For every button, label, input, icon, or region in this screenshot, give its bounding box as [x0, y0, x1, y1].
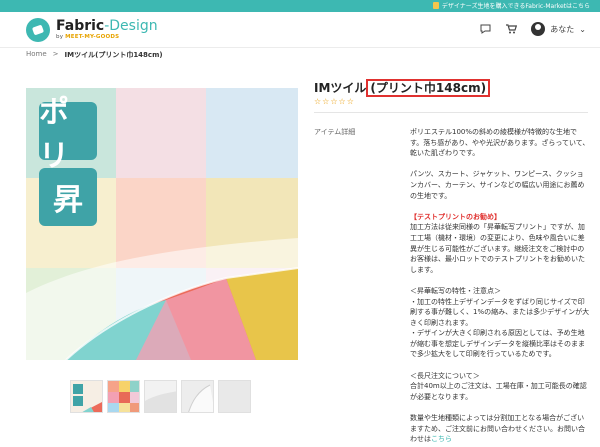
contact-link[interactable]: こちら: [431, 435, 452, 443]
rating-stars[interactable]: ☆☆☆☆☆: [314, 97, 355, 106]
polyester-badge: ポリ: [39, 95, 97, 174]
site-header: Fabric-Design by MEET-MY-GOODS あなた ⌄: [0, 12, 600, 48]
thumbnail-strip: [70, 380, 251, 413]
long-order-heading: ＜長尺注文について＞: [410, 371, 480, 380]
chat-icon[interactable]: [479, 23, 491, 35]
user-menu[interactable]: あなた ⌄: [531, 22, 586, 36]
breadcrumb-home[interactable]: Home: [26, 50, 47, 62]
user-label: あなた: [550, 24, 575, 34]
thumbnail-2[interactable]: [107, 380, 140, 413]
test-print-heading: 【テストプリントのお勧め】: [410, 212, 501, 221]
thumbnail-3[interactable]: [144, 380, 177, 413]
divider: [314, 112, 588, 113]
sublimation-heading: ＜昇華転写の特性・注意点＞: [410, 286, 501, 295]
logo-icon: [26, 18, 50, 42]
product-main-image[interactable]: ポリ 昇: [26, 88, 298, 360]
desc-paragraph-2: パンツ、スカート、ジャケット、ワンピース、クッションカバー、カーテン、サインなど…: [410, 170, 585, 200]
print-width-highlight: (プリント巾148cm): [366, 79, 491, 97]
avatar: [531, 22, 546, 36]
desc-paragraph-1: ポリエステル100%の斜めの綾模様が特徴的な生地です。落ち感があり、やや光沢があ…: [410, 128, 590, 158]
breadcrumb-separator: >: [52, 50, 59, 58]
top-announcement-bar: デザイナーズ生地を購入できるFabric-Marketはこちら: [0, 0, 600, 12]
sublimation-note-1: ・加工の特性上デザインデータをずばり同じサイズで印刷する事が難しく、1%の縮み、…: [410, 297, 590, 327]
site-logo[interactable]: Fabric-Design by MEET-MY-GOODS: [26, 18, 158, 42]
fabric-market-link-text: デザイナーズ生地を購入できるFabric-Marketはこちら: [441, 3, 590, 10]
chevron-down-icon: ⌄: [579, 24, 586, 34]
item-details-label: アイテム詳細: [314, 128, 356, 136]
cart-icon[interactable]: [505, 23, 517, 35]
thumbnail-5[interactable]: [218, 380, 251, 413]
sublimation-note-2: ・デザインが大きく印刷される原因としては、予め生地が縮む事を想定しデザインデータ…: [410, 329, 585, 359]
breadcrumb: Home > IMツイル(プリント巾148cm): [26, 50, 163, 62]
logo-title: Fabric-Design: [56, 18, 158, 35]
logo-subtitle: by MEET-MY-GOODS: [56, 34, 120, 41]
shop-icon: [432, 2, 439, 9]
product-title: IMツイル (プリント巾148cm): [314, 79, 491, 97]
sublimation-badge: 昇: [39, 168, 97, 226]
item-description: ポリエステル100%の斜めの綾模様が特徴的な生地です。落ち感があり、やや光沢があ…: [410, 127, 590, 445]
breadcrumb-current: IMツイル(プリント巾148cm): [64, 51, 163, 59]
fabric-market-link[interactable]: デザイナーズ生地を購入できるFabric-Marketはこちら: [432, 1, 590, 10]
thumbnail-1[interactable]: [70, 380, 103, 413]
long-order-note: 合計40m以上のご注文は、工場在庫・加工可能長の確認が必要となります。: [410, 382, 587, 401]
desc-paragraph-3: 加工方法は従来同様の「昇華転写プリント」ですが、加工工場（機材・環境）の変更によ…: [410, 223, 585, 274]
thumbnail-4[interactable]: [181, 380, 214, 413]
desc-paragraph-6: 数量や生地種類によっては分割加工となる場合がございますため、ご注文前にお問い合わ…: [410, 414, 585, 444]
